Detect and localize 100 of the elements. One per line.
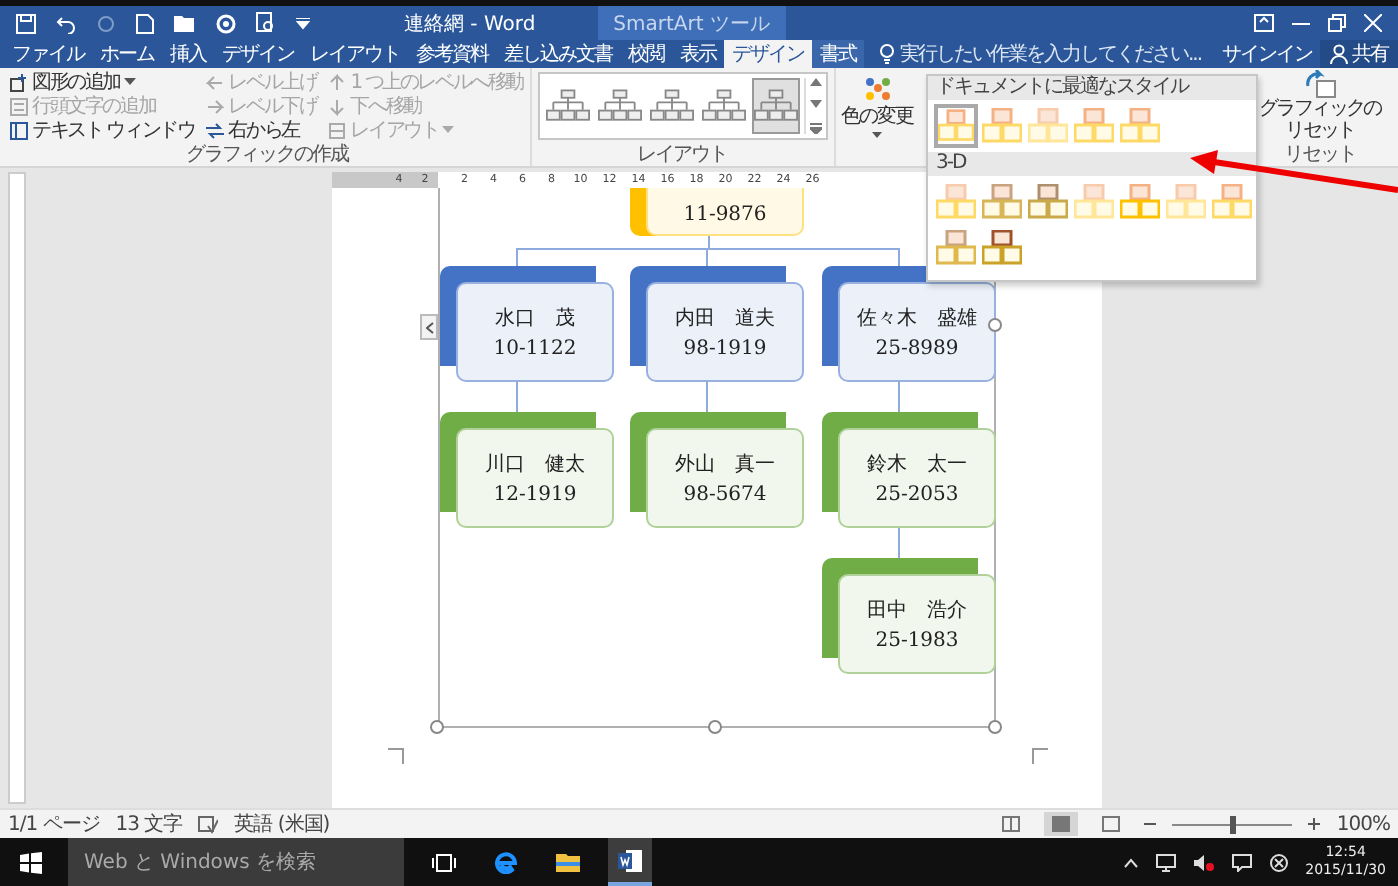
ribbon-display-icon[interactable] <box>1254 14 1274 32</box>
layout-icon <box>328 121 347 139</box>
node-number: 98-1919 <box>683 338 767 360</box>
org-chart-icon <box>649 86 694 126</box>
ribbon-tab[interactable]: 挿入 <box>162 40 214 68</box>
style-thumbnail[interactable] <box>1210 180 1254 224</box>
style-thumbnail[interactable] <box>1026 104 1070 148</box>
search-field[interactable]: Web と Windows を検索 <box>68 838 404 886</box>
sign-in-link[interactable]: サインイン <box>1214 40 1320 68</box>
style-thumbnail[interactable] <box>980 180 1024 224</box>
org-chart-node[interactable]: 11-9876 <box>630 188 804 236</box>
language-label[interactable]: 英語 (米国) <box>234 810 330 838</box>
text-pane-toggle[interactable] <box>420 314 438 340</box>
proofing-icon[interactable] <box>198 815 219 833</box>
tell-me-field[interactable]: 実行したい作業を入力してください... <box>880 40 1202 68</box>
save-icon[interactable] <box>16 13 36 33</box>
node-number: 11-9876 <box>683 204 767 226</box>
style-thumbnail[interactable] <box>1164 180 1208 224</box>
ribbon-tab[interactable]: ホーム <box>92 40 162 68</box>
network-icon[interactable] <box>1155 853 1176 871</box>
close-icon[interactable] <box>1364 14 1382 32</box>
node-name: 外山 真一 <box>675 451 775 478</box>
node-number: 10-1122 <box>493 338 577 360</box>
change-colors-button[interactable]: 色の変更 <box>835 68 920 166</box>
resize-handle[interactable] <box>708 720 722 734</box>
zoom-slider-thumb[interactable] <box>1229 815 1236 833</box>
style-thumbnail[interactable] <box>1072 180 1116 224</box>
taskbar-app[interactable] <box>608 838 652 886</box>
org-chart-icon <box>1120 184 1160 220</box>
restore-icon[interactable] <box>1328 14 1346 32</box>
folder-icon[interactable] <box>174 14 196 32</box>
org-chart-icon <box>1074 108 1114 144</box>
connector-line <box>898 528 900 558</box>
page-count[interactable]: 1/1 ページ <box>8 810 100 838</box>
org-chart-icon <box>936 230 976 266</box>
scroll-down-icon[interactable] <box>809 100 822 108</box>
gallery-section-heading: 3-D <box>928 152 1256 176</box>
org-chart-node[interactable]: 水口 茂 10-1122 <box>440 266 614 382</box>
ribbon-tab[interactable]: 書式 <box>812 40 864 68</box>
zoom-out-icon[interactable] <box>1144 818 1157 830</box>
lightbulb-icon <box>880 44 894 64</box>
ribbon-tab[interactable]: 校閲 <box>620 40 672 68</box>
view-button[interactable] <box>1044 812 1079 836</box>
org-chart-icon <box>701 86 746 126</box>
more-icon[interactable] <box>809 122 822 134</box>
org-chart-icon <box>597 86 642 126</box>
volume-muted-icon[interactable] <box>1193 853 1214 871</box>
windows-logo-icon[interactable] <box>20 851 42 873</box>
style-thumbnail[interactable] <box>980 104 1024 148</box>
ribbon-tab[interactable]: 参考資料 <box>408 40 496 68</box>
add-shape-icon <box>10 73 28 91</box>
style-thumbnail[interactable] <box>1026 180 1070 224</box>
org-chart-node[interactable]: 佐々木 盛雄 25-8989 <box>822 266 996 382</box>
ribbon-tab[interactable]: 差し込み文書 <box>496 40 620 68</box>
caret-icon[interactable] <box>296 17 310 29</box>
org-chart-node[interactable]: 内田 道夫 98-1919 <box>630 266 804 382</box>
style-thumbnail[interactable] <box>980 226 1024 270</box>
resize-handle[interactable] <box>430 720 444 734</box>
gallery-section-heading: ドキュメントに最適なスタイル <box>928 76 1256 100</box>
undo-icon[interactable] <box>56 13 76 33</box>
message-icon[interactable] <box>1231 853 1252 871</box>
org-chart-node[interactable]: 鈴木 太一 25-2053 <box>822 412 996 528</box>
zoom-level[interactable]: 100% <box>1336 813 1390 835</box>
org-chart-icon <box>982 230 1022 266</box>
group-label: レイアウト <box>635 144 730 166</box>
ribbon-tab[interactable]: デザイン <box>724 40 812 68</box>
ribbon-tab[interactable]: 表示 <box>672 40 724 68</box>
org-chart-node[interactable]: 外山 真一 98-5674 <box>630 412 804 528</box>
org-chart-icon <box>1028 184 1068 220</box>
reset-graphic-button[interactable]: グラフィックの リセット <box>1259 70 1381 142</box>
ribbon-tab[interactable]: ファイル <box>0 40 92 68</box>
character-count[interactable]: 13 文字 <box>115 810 183 838</box>
style-thumbnail[interactable] <box>1118 104 1162 148</box>
style-thumbnail[interactable] <box>934 226 978 270</box>
chevron-up-icon[interactable] <box>1123 857 1138 867</box>
ime-icon[interactable] <box>1269 853 1288 871</box>
layout-thumbnail[interactable] <box>751 78 800 134</box>
resize-handle[interactable] <box>988 720 1002 734</box>
ribbon-command[interactable]: 図形の追加 <box>10 70 195 94</box>
node-name: 佐々木 盛雄 <box>857 305 977 332</box>
org-chart-icon <box>1212 184 1252 220</box>
arrow-down-icon <box>328 97 347 115</box>
ribbon-command[interactable]: 右から左 <box>206 118 317 142</box>
zoom-in-icon[interactable] <box>1308 818 1321 830</box>
swap-arrows-icon <box>206 121 225 139</box>
new-document-icon[interactable] <box>136 13 154 33</box>
style-thumbnail[interactable] <box>1118 180 1162 224</box>
scroll-up-icon[interactable] <box>809 78 822 86</box>
ribbon-tab[interactable]: デザイン <box>214 40 302 68</box>
org-chart-node[interactable]: 田中 浩介 25-1983 <box>822 558 996 674</box>
share-button[interactable]: 共有 <box>1320 40 1398 68</box>
ribbon-command[interactable]: テキスト ウィンドウ <box>10 118 195 142</box>
style-thumbnail[interactable] <box>934 180 978 224</box>
resize-handle[interactable] <box>988 318 1002 332</box>
print-preview-icon[interactable] <box>256 12 276 34</box>
document-app-icon <box>618 849 642 871</box>
style-thumbnail[interactable] <box>1072 104 1116 148</box>
style-thumbnail[interactable] <box>934 104 978 148</box>
org-chart-node[interactable]: 川口 健太 12-1919 <box>440 412 614 528</box>
ribbon-tab[interactable]: レイアウト <box>302 40 408 68</box>
